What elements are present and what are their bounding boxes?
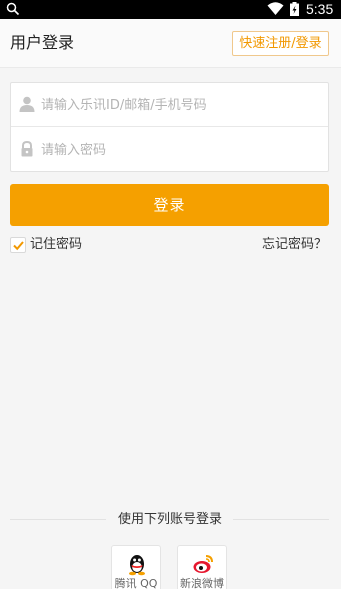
login-screen: 5:35 用户登录 快速注册/登录 登录 记住密 [0,0,341,589]
third-party-login-title: 使用下列账号登录 [117,512,222,527]
weibo-login-label: 新浪微博 [180,577,224,589]
search-icon [6,2,20,16]
password-input[interactable] [41,136,321,164]
forgot-password-link[interactable]: 忘记密码？ [262,236,327,254]
page-title: 用户登录 [10,33,75,52]
app-header: 用户登录 快速注册/登录 [0,19,341,68]
status-bar: 5:35 [0,0,341,19]
check-icon [13,241,24,251]
password-row [11,128,328,172]
weibo-icon [193,555,213,573]
lock-icon [21,141,33,157]
remember-password-label: 记住密码 [30,237,83,252]
status-time: 5:35 [306,1,334,17]
weibo-login-button[interactable]: 新浪微博 [177,545,227,589]
divider-line [233,519,329,520]
login-form [10,82,329,172]
account-input[interactable] [41,91,321,119]
qq-icon [129,555,145,576]
login-button[interactable]: 登录 [10,184,329,226]
wifi-icon [267,2,284,15]
user-icon [19,96,35,112]
battery-icon [290,2,299,16]
qq-login-button[interactable]: 腾讯 QQ [111,545,161,589]
qq-login-label: 腾讯 QQ [114,577,158,589]
quick-register-button[interactable]: 快速注册/登录 [232,31,329,56]
checkbox-box[interactable] [10,237,26,253]
divider-line [10,519,106,520]
account-row [11,83,328,127]
